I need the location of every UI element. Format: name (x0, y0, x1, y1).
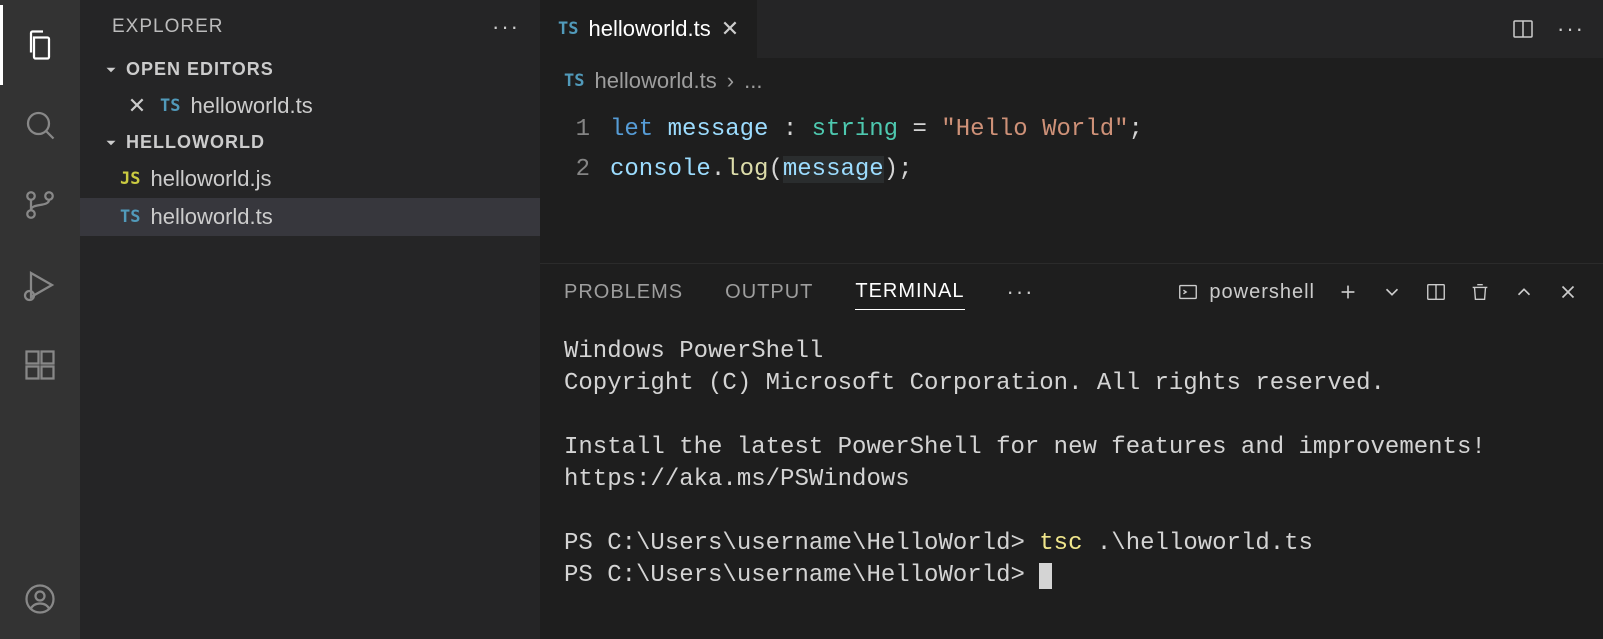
search-icon (22, 107, 58, 143)
bottom-panel: PROBLEMS OUTPUT TERMINAL ··· powershell … (540, 263, 1603, 639)
panel-overflow-icon[interactable]: ··· (1007, 279, 1035, 305)
maximize-panel-icon[interactable] (1513, 281, 1535, 303)
line-number: 2 (540, 150, 590, 190)
activity-account[interactable] (0, 559, 80, 639)
activity-explorer[interactable] (0, 5, 80, 85)
files-icon (22, 27, 58, 63)
editor-tabs: TS helloworld.ts ✕ ··· (540, 0, 1603, 58)
terminal[interactable]: Windows PowerShellCopyright (C) Microsof… (540, 320, 1603, 639)
sidebar-header: EXPLORER ··· (80, 0, 540, 52)
chevron-down-icon (102, 134, 120, 152)
breadcrumb[interactable]: TS helloworld.ts › ... (540, 58, 1603, 98)
open-editors-label: OPEN EDITORS (126, 59, 274, 80)
activity-scm[interactable] (0, 165, 80, 245)
branch-icon (22, 187, 58, 223)
panel-tab-row: PROBLEMS OUTPUT TERMINAL ··· powershell (540, 264, 1603, 320)
prompt-icon (1177, 281, 1199, 303)
workspace-section[interactable]: HELLOWORLD (80, 125, 540, 160)
js-icon: JS (120, 169, 140, 189)
editor-more-icon[interactable]: ··· (1557, 16, 1585, 42)
open-editor-item[interactable]: ✕ TS helloworld.ts (80, 87, 540, 125)
close-icon[interactable]: ✕ (721, 16, 739, 42)
ts-icon: TS (564, 71, 584, 91)
extensions-icon (22, 347, 58, 383)
tab-problems[interactable]: PROBLEMS (564, 275, 683, 310)
split-editor-icon[interactable] (1511, 17, 1535, 41)
activity-bar (0, 0, 80, 639)
code-body[interactable]: let message : string = "Hello World";con… (610, 110, 1603, 263)
split-terminal-icon[interactable] (1425, 281, 1447, 303)
shell-selector[interactable]: powershell (1177, 281, 1315, 304)
open-editor-filename: helloworld.ts (190, 93, 312, 119)
file-name: helloworld.ts (150, 204, 272, 230)
code-editor[interactable]: 1 2 let message : string = "Hello World"… (540, 98, 1603, 263)
breadcrumb-file: helloworld.ts (594, 68, 716, 94)
file-item-ts[interactable]: TS helloworld.ts (80, 198, 540, 236)
breadcrumb-extra: ... (744, 68, 762, 94)
activity-search[interactable] (0, 85, 80, 165)
open-editors-section[interactable]: OPEN EDITORS (80, 52, 540, 87)
chevron-down-icon (102, 61, 120, 79)
account-icon (22, 581, 58, 617)
line-gutter: 1 2 (540, 110, 610, 263)
ts-icon: TS (120, 207, 140, 227)
sidebar-more-icon[interactable]: ··· (492, 14, 520, 40)
file-item-js[interactable]: JS helloworld.js (80, 160, 540, 198)
new-terminal-icon[interactable] (1337, 281, 1359, 303)
close-icon[interactable]: ✕ (124, 93, 150, 119)
sidebar-title: EXPLORER (112, 16, 223, 38)
ts-icon: TS (160, 96, 180, 116)
kill-terminal-icon[interactable] (1469, 281, 1491, 303)
file-name: helloworld.js (150, 166, 271, 192)
main-area: TS helloworld.ts ✕ ··· TS helloworld.ts … (540, 0, 1603, 639)
close-panel-icon[interactable] (1557, 281, 1579, 303)
explorer-sidebar: EXPLORER ··· OPEN EDITORS ✕ TS helloworl… (80, 0, 540, 639)
tab-terminal[interactable]: TERMINAL (855, 274, 964, 310)
terminal-dropdown-icon[interactable] (1381, 281, 1403, 303)
activity-debug[interactable] (0, 245, 80, 325)
breadcrumb-sep: › (727, 68, 734, 94)
shell-name: powershell (1209, 281, 1315, 304)
play-bug-icon (22, 267, 58, 303)
workspace-label: HELLOWORLD (126, 132, 265, 153)
tab-label: helloworld.ts (588, 16, 710, 42)
line-number: 1 (540, 110, 590, 150)
tab-output[interactable]: OUTPUT (725, 275, 813, 310)
activity-extensions[interactable] (0, 325, 80, 405)
ts-icon: TS (558, 19, 578, 39)
tab-helloworld[interactable]: TS helloworld.ts ✕ (540, 0, 758, 58)
